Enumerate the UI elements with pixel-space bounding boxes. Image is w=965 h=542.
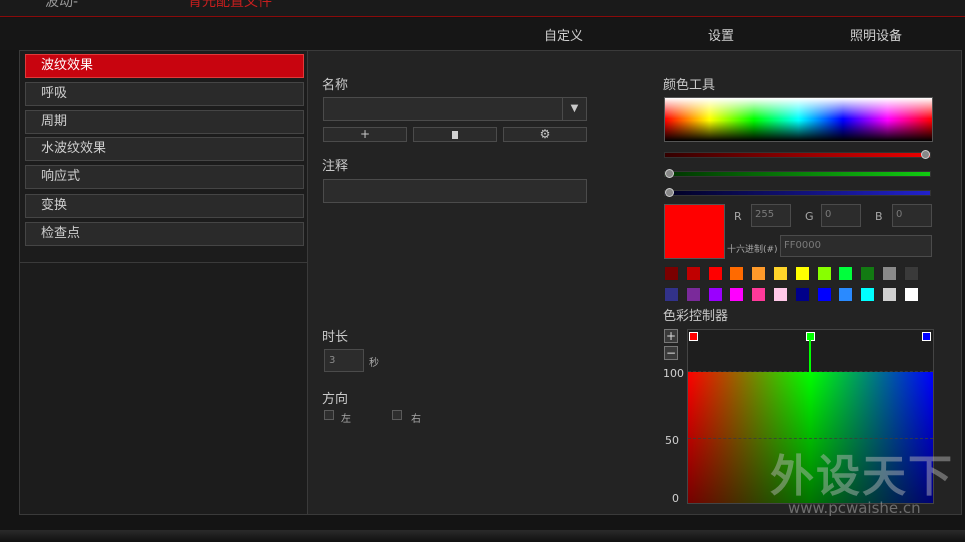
tab-settings[interactable]: 设置 [708, 25, 734, 44]
watermark-logo: 外设天下 [770, 451, 954, 502]
duration-label: 时长 [322, 330, 349, 345]
color-spectrum-picker[interactable] [664, 97, 933, 142]
effect-item-checkpoint[interactable]: 检查点 [25, 222, 304, 246]
add-stop-button[interactable]: + [664, 329, 678, 343]
gradient-stop-line [809, 340, 811, 372]
color-controller-label: 色彩控制器 [663, 309, 729, 324]
tab-lighting[interactable]: 照明设备 [850, 25, 902, 44]
effect-item-water-ripple[interactable]: 水波纹效果 [25, 137, 304, 161]
plus-icon: + [359, 127, 371, 141]
green-slider[interactable] [664, 169, 931, 178]
y-label-0: 0 [672, 492, 679, 505]
direction-label: 方向 [322, 392, 349, 407]
color-swatch[interactable] [751, 266, 767, 281]
sub-navigation: 自定义 设置 照明设备 [0, 18, 965, 50]
name-input[interactable] [323, 97, 563, 121]
effect-item-cycle[interactable]: 周期 [25, 110, 304, 134]
tab-custom[interactable]: 自定义 [544, 25, 583, 44]
g-label: G [805, 210, 814, 223]
watermark-url: www.pcwaishe.cn [788, 499, 921, 517]
b-input[interactable]: 0 [892, 204, 932, 227]
color-swatch[interactable] [816, 287, 832, 302]
gradient-stop-handle[interactable] [922, 332, 931, 341]
color-swatch[interactable] [903, 287, 919, 302]
color-swatch[interactable] [729, 287, 745, 302]
top-tabbar: 波动- 青光配置文件 [0, 0, 965, 17]
effect-item-reactive[interactable]: 响应式 [25, 165, 304, 189]
chevron-down-icon: ▼ [570, 103, 579, 114]
green-slider-handle[interactable] [665, 169, 674, 178]
profile-settings-button[interactable]: ⚙ [503, 127, 587, 142]
effect-list: 波纹效果 呼吸 周期 水波纹效果 响应式 变换 检查点 [20, 51, 307, 263]
add-profile-button[interactable]: + [323, 127, 407, 142]
r-label: R [734, 210, 742, 223]
direction-right-label: 右 [411, 414, 421, 425]
gear-icon: ⚙ [539, 127, 551, 141]
hex-input[interactable]: FF0000 [780, 235, 932, 257]
color-swatch[interactable] [707, 287, 723, 302]
color-swatch[interactable] [664, 287, 679, 302]
effect-item-ripple[interactable]: 波纹效果 [25, 54, 304, 78]
remove-stop-button[interactable]: − [664, 346, 678, 360]
color-swatch[interactable] [882, 266, 897, 281]
bottom-strip [0, 530, 965, 542]
color-swatch[interactable] [707, 266, 723, 281]
color-swatch[interactable] [838, 287, 854, 302]
direction-right-checkbox[interactable] [392, 410, 402, 420]
red-slider[interactable] [664, 150, 931, 159]
color-swatch[interactable] [729, 266, 745, 281]
color-swatch[interactable] [860, 266, 876, 281]
y-label-100: 100 [663, 367, 684, 380]
gradient-stop-handle[interactable] [689, 332, 698, 341]
hex-label: 十六进制(#) [727, 245, 778, 255]
effect-item-breathing[interactable]: 呼吸 [25, 82, 304, 106]
color-swatch[interactable] [903, 266, 919, 281]
direction-left-checkbox[interactable] [324, 410, 334, 420]
effects-panel: 波纹效果 呼吸 周期 水波纹效果 响应式 变换 检查点 [19, 50, 308, 515]
color-swatch[interactable] [794, 266, 810, 281]
color-tool-label: 颜色工具 [663, 78, 716, 93]
color-swatch[interactable] [685, 287, 701, 302]
color-swatch[interactable] [773, 266, 788, 281]
color-swatch[interactable] [773, 287, 788, 302]
gridline-50 [688, 438, 933, 439]
direction-left-label: 左 [341, 414, 351, 425]
delete-profile-button[interactable] [413, 127, 497, 142]
duration-input[interactable]: 3 [324, 349, 364, 372]
duration-unit: 秒 [369, 358, 379, 369]
note-label: 注释 [322, 159, 349, 174]
g-input[interactable]: 0 [821, 204, 861, 227]
red-slider-handle[interactable] [921, 150, 930, 159]
color-swatch[interactable] [838, 266, 854, 281]
color-swatch[interactable] [882, 287, 897, 302]
effect-item-transform[interactable]: 变换 [25, 194, 304, 218]
color-swatch[interactable] [664, 266, 679, 281]
b-label: B [875, 210, 883, 223]
trash-icon [452, 131, 458, 139]
blue-slider[interactable] [664, 188, 931, 197]
color-swatch[interactable] [794, 287, 810, 302]
y-label-50: 50 [665, 434, 679, 447]
r-input[interactable]: 255 [751, 204, 791, 227]
name-dropdown-button[interactable]: ▼ [562, 97, 587, 121]
blue-slider-handle[interactable] [665, 188, 674, 197]
color-swatch[interactable] [816, 266, 832, 281]
note-input[interactable] [323, 179, 587, 203]
tab-cut-left[interactable]: 波动- [45, 0, 78, 11]
color-swatch[interactable] [860, 287, 876, 302]
current-color-preview [664, 204, 725, 259]
name-label: 名称 [322, 78, 349, 93]
color-swatch[interactable] [685, 266, 701, 281]
tab-profile-cut[interactable]: 青光配置文件 [188, 0, 272, 11]
color-swatch[interactable] [751, 287, 767, 302]
